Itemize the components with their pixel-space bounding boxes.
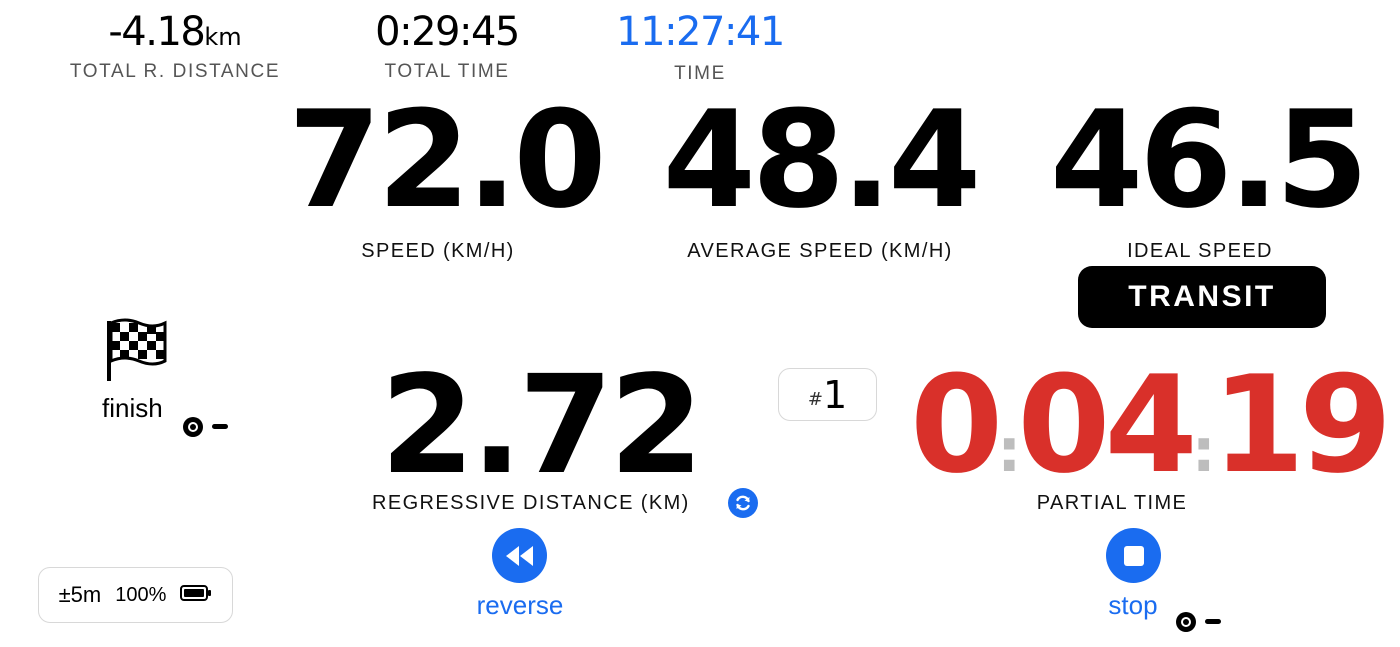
gps-accuracy: ±5m xyxy=(58,582,102,607)
partial-time-minutes: 04 xyxy=(1017,347,1198,503)
regressive-distance-label-wrap: REGRESSIVE DISTANCE (KM) xyxy=(372,493,690,513)
partial-time-label: PARTIAL TIME xyxy=(1036,492,1188,514)
battery-icon xyxy=(180,585,212,605)
partial-time-sep-1: : xyxy=(997,416,1021,486)
checkered-flag-icon xyxy=(105,317,169,383)
average-speed-block: 48.4 AVERAGE SPEED (KM/H) xyxy=(660,82,982,262)
reverse-button[interactable] xyxy=(492,528,547,583)
ideal-speed-label: IDEAL SPEED xyxy=(1127,240,1273,262)
total-r-distance-unit: km xyxy=(204,23,242,51)
partial-time-hours: 0 xyxy=(910,347,1003,503)
record-toggle-icon[interactable] xyxy=(182,416,230,440)
speed-block: 72.0 SPEED (KM/H) xyxy=(288,82,607,262)
partial-time-label-wrap: PARTIAL TIME xyxy=(1012,493,1212,513)
total-r-distance-block: -4.18km TOTAL R. DISTANCE xyxy=(40,12,310,81)
regressive-distance-label: REGRESSIVE DISTANCE (KM) xyxy=(372,492,690,514)
total-r-distance-value: -4.18km xyxy=(108,9,242,55)
total-time-block: 0:29:45 TOTAL TIME xyxy=(347,12,547,81)
speed-value: 72.0 xyxy=(288,82,607,238)
partial-time-sep-2: : xyxy=(1191,416,1216,486)
finish-label: finish xyxy=(102,393,163,423)
segment-number: 1 xyxy=(822,372,848,417)
stop-icon[interactable] xyxy=(1106,528,1161,583)
total-time-label: TOTAL TIME xyxy=(384,61,510,82)
regressive-distance-block: 2.72 xyxy=(380,347,704,505)
average-speed-label: AVERAGE SPEED (KM/H) xyxy=(687,240,953,262)
reverse-label[interactable]: reverse xyxy=(477,590,564,620)
speed-label: SPEED (KM/H) xyxy=(361,240,515,262)
partial-time-value: 0:04:19 xyxy=(910,358,1392,492)
stop-label[interactable]: stop xyxy=(1108,590,1157,620)
clock-block: 11:27:41 TIME xyxy=(600,12,800,83)
transit-button[interactable]: TRANSIT xyxy=(1078,266,1326,328)
segment-hash: # xyxy=(807,389,823,410)
refresh-icon[interactable] xyxy=(728,488,758,518)
total-time-value: 0:29:45 xyxy=(375,9,520,55)
gps-battery-status: ±5m 100% xyxy=(38,567,233,623)
regressive-distance-value: 2.72 xyxy=(380,347,704,505)
total-r-distance-label: TOTAL R. DISTANCE xyxy=(69,61,281,82)
clock-value: 11:27:41 xyxy=(616,9,785,55)
ideal-speed-block: 46.5 IDEAL SPEED xyxy=(1050,82,1369,262)
record-toggle-icon-2[interactable] xyxy=(1175,611,1223,635)
transit-button-label: TRANSIT xyxy=(1128,280,1276,313)
clock-label: TIME xyxy=(674,63,726,84)
ideal-speed-value: 46.5 xyxy=(1050,82,1369,238)
segment-number-badge[interactable]: # 1 xyxy=(778,368,877,421)
rewind-icon[interactable] xyxy=(492,528,547,583)
partial-time-seconds: 19 xyxy=(1211,347,1393,503)
reverse-label-wrap[interactable]: reverse xyxy=(460,592,580,618)
average-speed-value: 48.4 xyxy=(662,82,982,238)
stop-button[interactable] xyxy=(1106,528,1161,583)
battery-percent: 100% xyxy=(115,583,167,606)
